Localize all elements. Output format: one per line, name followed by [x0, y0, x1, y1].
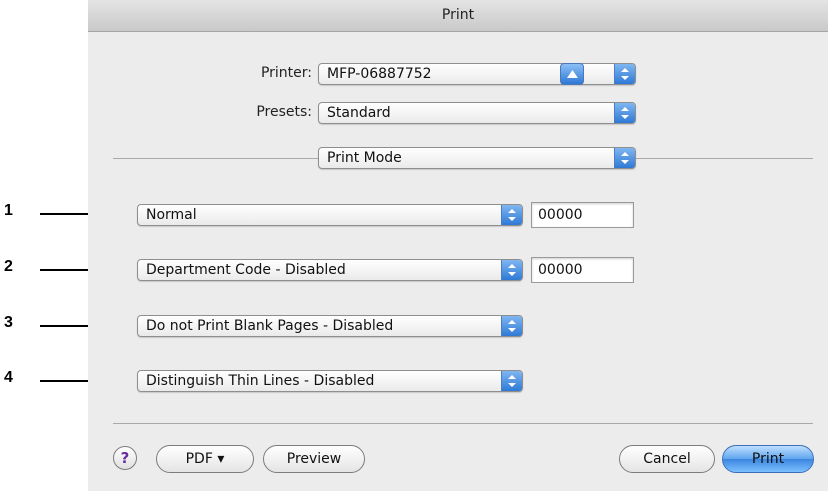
- callout-number: 4: [4, 369, 13, 386]
- up-down-arrows-icon: [501, 371, 522, 391]
- thin-lines-value: Distinguish Thin Lines - Disabled: [146, 373, 375, 389]
- up-down-arrows-icon: [501, 316, 522, 336]
- triangle-up-icon: [567, 70, 578, 78]
- callout-number: 2: [4, 258, 13, 275]
- preview-button[interactable]: Preview: [263, 445, 365, 473]
- callout-number: 3: [4, 314, 13, 331]
- presets-label: Presets:: [256, 104, 312, 120]
- separator-right: [636, 158, 813, 159]
- up-down-arrows-icon: [501, 205, 522, 225]
- help-button[interactable]: ?: [113, 446, 137, 470]
- print-button[interactable]: Print: [722, 445, 814, 473]
- footer-separator: [113, 423, 813, 424]
- pdf-button[interactable]: PDF ▾: [156, 445, 254, 473]
- up-down-arrows-icon: [614, 103, 635, 123]
- up-down-arrows-icon: [614, 148, 635, 168]
- disclosure-button[interactable]: [560, 63, 584, 85]
- presets-value: Standard: [327, 105, 391, 121]
- blank-pages-value: Do not Print Blank Pages - Disabled: [146, 318, 394, 334]
- thin-lines-popup[interactable]: Distinguish Thin Lines - Disabled: [137, 370, 523, 392]
- department-code-value: Department Code - Disabled: [146, 262, 346, 278]
- print-mode-popup[interactable]: Normal: [137, 204, 523, 226]
- printer-value: MFP-06887752: [327, 66, 432, 82]
- presets-popup[interactable]: Standard: [318, 102, 636, 124]
- separator-left: [113, 158, 318, 159]
- print-mode-field[interactable]: 00000: [531, 202, 634, 228]
- print-mode-value: Normal: [146, 207, 197, 223]
- department-code-field[interactable]: 00000: [531, 257, 634, 283]
- window-title: Print: [88, 0, 828, 32]
- cancel-button[interactable]: Cancel: [619, 445, 715, 473]
- panel-value: Print Mode: [327, 150, 402, 166]
- panel-popup[interactable]: Print Mode: [318, 147, 636, 169]
- printer-label: Printer:: [260, 65, 312, 81]
- blank-pages-popup[interactable]: Do not Print Blank Pages - Disabled: [137, 315, 523, 337]
- department-code-popup[interactable]: Department Code - Disabled: [137, 259, 523, 281]
- callout-number: 1: [4, 202, 13, 219]
- printer-popup[interactable]: MFP-06887752: [318, 63, 636, 85]
- up-down-arrows-icon: [501, 260, 522, 280]
- up-down-arrows-icon: [614, 64, 635, 84]
